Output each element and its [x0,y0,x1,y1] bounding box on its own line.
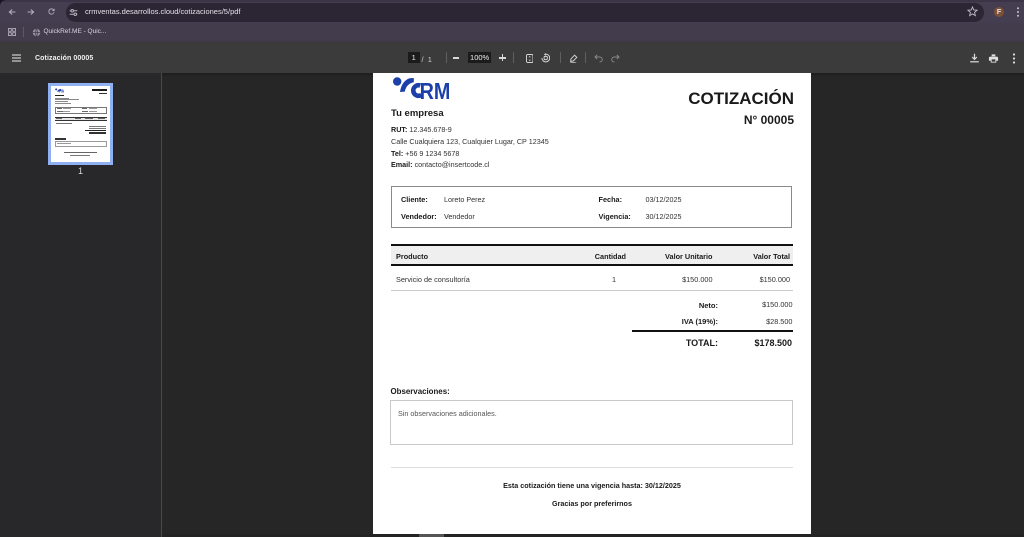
svg-text:RM: RM [59,88,64,92]
svg-text:RM: RM [420,77,451,102]
